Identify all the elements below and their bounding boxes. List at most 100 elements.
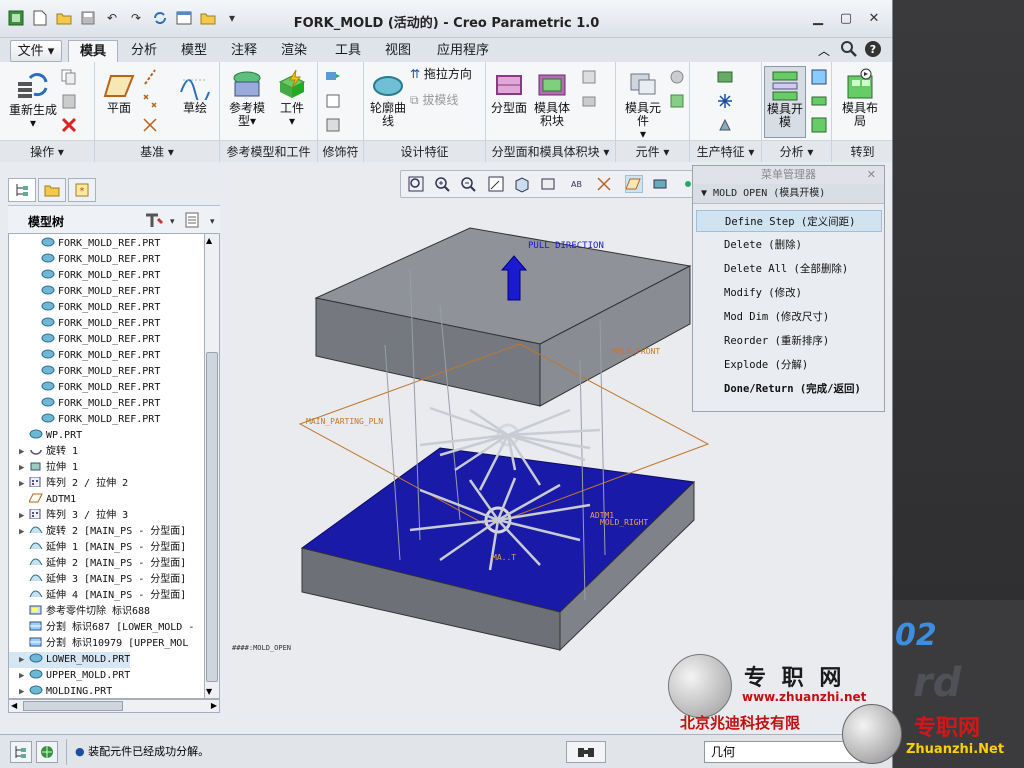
regenerate-small-icon[interactable] [150,8,170,28]
folder-icon[interactable] [198,8,218,28]
customize-qat-icon[interactable]: ▾ [222,8,242,28]
tree-row[interactable]: 延伸 3 [MAIN_PS - 分型面] [9,572,186,588]
zoom-out-icon[interactable] [459,175,477,193]
help-icon[interactable]: ? [864,40,882,61]
production-icon-2[interactable] [716,92,734,110]
tree-row[interactable]: FORK_MOLD_REF.PRT [9,252,160,268]
tree-row[interactable]: FORK_MOLD_REF.PRT [9,236,160,252]
production-icon-3[interactable] [716,116,734,134]
mold-layout-button[interactable]: 模具布局 [838,68,882,128]
close-icon[interactable]: ✕ [862,8,886,28]
group-label-analysis[interactable]: 分析 ▾ [762,140,831,162]
tree-row[interactable]: WP.PRT [9,428,82,444]
folder-browser-tab-icon[interactable] [38,178,66,202]
refit-icon[interactable] [407,175,425,193]
scroll-thumb[interactable] [206,352,218,682]
window-icon[interactable] [174,8,194,28]
display-style-icon[interactable] [513,175,531,193]
maximize-icon[interactable]: ▢ [834,8,858,28]
menu-item-reorder[interactable]: Reorder (重新排序) [696,330,882,352]
tree-row[interactable]: ▶ 拉伸 1 [9,460,78,476]
tree-vertical-scrollbar[interactable]: ▲ ▼ [205,233,220,699]
save-icon[interactable] [78,8,98,28]
group-label-datum[interactable]: 基准 ▾ [95,140,219,162]
tree-row[interactable]: ADTM1 [9,492,76,508]
draft-line-button[interactable]: ⧉ 拔模线 [410,94,486,107]
component-tool-icon-2[interactable] [668,92,686,110]
tree-row[interactable]: ▶ 阵列 2 / 拉伸 2 [9,476,128,492]
datum-display-icon[interactable]: AB [569,175,587,193]
pull-direction-button[interactable]: ⇈ 拖拉方向 [410,68,486,81]
tree-row[interactable]: FORK_MOLD_REF.PRT [9,348,160,364]
tree-row[interactable]: ▶ 阵列 3 / 拉伸 3 [9,508,128,524]
tree-row[interactable]: 参考零件切除 标识688 [9,604,150,620]
group-label-components[interactable]: 元件 ▾ [616,140,689,162]
tree-row[interactable]: 延伸 1 [MAIN_PS - 分型面] [9,540,186,556]
menu-item-modify[interactable]: Modify (修改) [696,282,882,304]
spin-center-icon[interactable] [651,175,669,193]
axis-icon[interactable] [141,68,159,86]
zoom-in-icon[interactable] [433,175,451,193]
tree-row[interactable]: FORK_MOLD_REF.PRT [9,316,160,332]
production-icon-1[interactable] [716,68,734,86]
mold-volume-button[interactable]: 模具体积块 [530,70,574,128]
undo-icon[interactable]: ↶ [102,8,122,28]
contour-curve-button[interactable]: 轮廓曲线 [368,72,408,128]
tab-analysis[interactable]: 分析 [122,40,166,62]
analysis-icon-2[interactable] [810,92,828,110]
tree-row[interactable]: ▶ 旋转 1 [9,444,78,460]
analysis-icon-1[interactable] [810,68,828,86]
mold-open-button[interactable]: 模具开模 [764,66,806,138]
repaint-icon[interactable] [487,175,505,193]
point-icon[interactable] [141,92,159,110]
copy-icon[interactable] [60,68,78,86]
group-label-operations[interactable]: 操作 ▾ [0,140,94,162]
modifier-icon-1[interactable] [324,68,342,86]
group-label-ref-model[interactable]: 参考模型和工件 [220,140,317,162]
modifier-icon-2[interactable] [324,92,342,110]
scroll-left-icon[interactable]: ◀ [11,700,17,712]
redo-icon[interactable]: ↷ [126,8,146,28]
tree-row[interactable]: FORK_MOLD_REF.PRT [9,268,160,284]
tree-settings-icon[interactable]: ▾ [144,211,178,232]
tree-row[interactable]: FORK_MOLD_REF.PRT [9,396,160,412]
csys-icon[interactable] [141,116,159,134]
hscroll-thumb[interactable] [23,701,123,711]
tree-row[interactable]: FORK_MOLD_REF.PRT [9,364,160,380]
tree-expand-icon[interactable]: ▶ [19,668,29,684]
tab-mold[interactable]: 模具 [68,40,118,62]
tree-horizontal-scrollbar[interactable]: ◀ ▶ [8,699,220,713]
menu-item-delete-all[interactable]: Delete All (全部删除) [696,258,882,280]
tree-expand-icon[interactable]: ▶ [19,476,29,492]
ref-model-button[interactable]: 参考模型▾ [224,68,270,128]
scroll-right-icon[interactable]: ▶ [211,700,217,712]
tree-expand-icon[interactable]: ▶ [19,524,29,540]
browser-toggle-icon[interactable] [36,741,58,763]
tree-row[interactable]: 延伸 4 [MAIN_PS - 分型面] [9,588,186,604]
menu-item-mod-dim[interactable]: Mod Dim (修改尺寸) [696,306,882,328]
tree-row[interactable]: FORK_MOLD_REF.PRT [9,332,160,348]
tab-annotate[interactable]: 注释 [222,40,266,62]
model-tree-tab-icon[interactable] [8,178,36,202]
group-label-production[interactable]: 生产特征 ▾ [690,140,761,162]
plane-button[interactable]: 平面 [101,72,137,115]
analysis-icon-3[interactable] [810,116,828,134]
find-icon[interactable] [566,741,606,763]
volume-tool-icon-2[interactable] [580,92,598,110]
tab-applications[interactable]: 应用程序 [428,40,498,62]
tree-row[interactable]: 分割 标识10979 [UPPER_MOL [9,636,188,652]
scroll-up-icon[interactable]: ▲ [206,236,212,245]
plane-display-icon[interactable] [625,175,643,193]
menu-close-icon[interactable]: ✕ [867,166,876,184]
tree-row[interactable]: ▶ 旋转 2 [MAIN_PS - 分型面] [9,524,186,540]
search-icon[interactable] [840,40,858,61]
paste-icon[interactable] [60,92,78,110]
modifier-icon-3[interactable] [324,116,342,134]
group-label-parting[interactable]: 分型面和模具体积块 ▾ [486,140,615,162]
favorites-tab-icon[interactable]: * [68,178,96,202]
regenerate-button[interactable]: 重新生成 ▾ [8,68,58,130]
tree-expand-icon[interactable]: ▶ [19,652,29,668]
tab-render[interactable]: 渲染 [272,40,316,62]
open-folder-icon[interactable] [54,8,74,28]
tree-row[interactable]: FORK_MOLD_REF.PRT [9,284,160,300]
